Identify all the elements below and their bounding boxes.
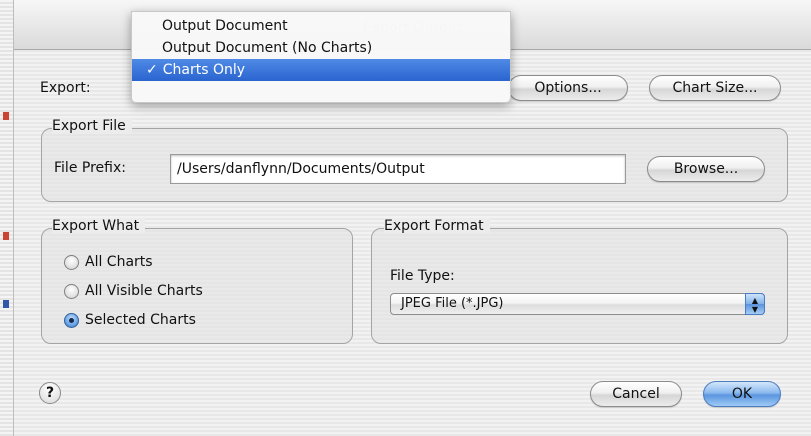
- cancel-button[interactable]: Cancel: [590, 381, 682, 407]
- ok-button[interactable]: OK: [703, 381, 781, 407]
- file-prefix-field[interactable]: /Users/danflynn/Documents/Output: [170, 154, 626, 184]
- help-button[interactable]: ?: [39, 382, 61, 404]
- menu-item-output-document[interactable]: Output Document: [132, 15, 510, 37]
- radio-button[interactable]: [64, 283, 79, 299]
- export-what-group-title: Export What: [52, 218, 146, 234]
- menu-item-label: Output Document: [162, 18, 288, 34]
- file-type-label: File Type:: [390, 268, 455, 284]
- menu-item-charts-only[interactable]: ✓ Charts Only: [132, 59, 510, 81]
- export-file-group-title: Export File: [52, 118, 132, 134]
- background-marker: [3, 300, 9, 308]
- options-button[interactable]: Options...: [508, 75, 628, 101]
- radio-selected-charts[interactable]: Selected Charts: [64, 312, 196, 328]
- radio-button-checked[interactable]: [64, 312, 79, 328]
- checkmark-icon: ✓: [146, 62, 158, 78]
- menu-item-label: Output Document (No Charts): [162, 40, 373, 56]
- radio-label: All Visible Charts: [85, 283, 203, 299]
- popup-arrows-icon: ▲ ▼: [745, 293, 765, 315]
- radio-label: All Charts: [85, 254, 153, 270]
- file-type-popup[interactable]: JPEG File (*.JPG) ▲ ▼: [390, 293, 765, 315]
- file-prefix-label: File Prefix:: [54, 160, 126, 176]
- radio-all-visible-charts[interactable]: All Visible Charts: [64, 283, 203, 299]
- export-format-group-title: Export Format: [384, 218, 490, 234]
- background-marker: [3, 232, 9, 240]
- browse-button[interactable]: Browse...: [647, 156, 765, 182]
- export-format-group: [371, 228, 788, 344]
- file-type-value: JPEG File (*.JPG): [401, 296, 504, 311]
- background-window-edge: [0, 0, 14, 436]
- menu-item-output-document-no-charts[interactable]: Output Document (No Charts): [132, 37, 510, 59]
- radio-button[interactable]: [64, 254, 79, 270]
- chart-size-button[interactable]: Chart Size...: [649, 75, 781, 101]
- radio-label: Selected Charts: [85, 312, 196, 328]
- radio-all-charts[interactable]: All Charts: [64, 254, 153, 270]
- export-popup-menu: Output Document Output Document (No Char…: [131, 11, 511, 103]
- background-marker: [3, 112, 9, 120]
- export-label: Export:: [40, 80, 91, 96]
- menu-item-label: Charts Only: [162, 62, 246, 78]
- export-output-dialog: Export Output Export: Options... Chart S…: [14, 0, 811, 436]
